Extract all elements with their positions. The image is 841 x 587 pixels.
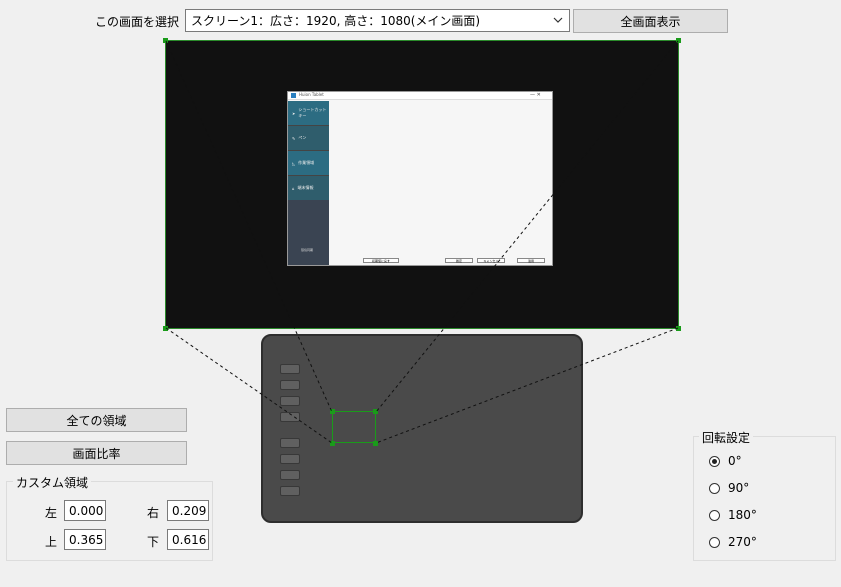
rotation-0-radio[interactable]: 0°: [709, 454, 742, 468]
radio-selected-icon: [709, 455, 720, 467]
radio-icon: [709, 482, 720, 494]
screen-ratio-button[interactable]: 画面比率: [6, 441, 187, 465]
rotation-270-radio[interactable]: 270°: [709, 535, 757, 549]
right-label: 右: [147, 506, 160, 520]
rotation-90-radio[interactable]: 90°: [709, 481, 749, 495]
left-label: 左: [45, 506, 58, 520]
top-field[interactable]: 0.365: [64, 529, 106, 550]
bottom-label: 下: [147, 535, 160, 549]
right-field[interactable]: 0.209: [167, 500, 209, 521]
left-field[interactable]: 0.000: [64, 500, 106, 521]
bottom-field[interactable]: 0.616: [167, 529, 209, 550]
top-label: 上: [45, 535, 58, 549]
radio-icon: [709, 536, 720, 548]
radio-icon: [709, 509, 720, 521]
rotation-180-radio[interactable]: 180°: [709, 508, 757, 522]
custom-area-title: カスタム領域: [13, 474, 92, 491]
all-area-button[interactable]: 全ての領域: [6, 408, 187, 432]
rotation-title: 回転設定: [699, 429, 754, 446]
